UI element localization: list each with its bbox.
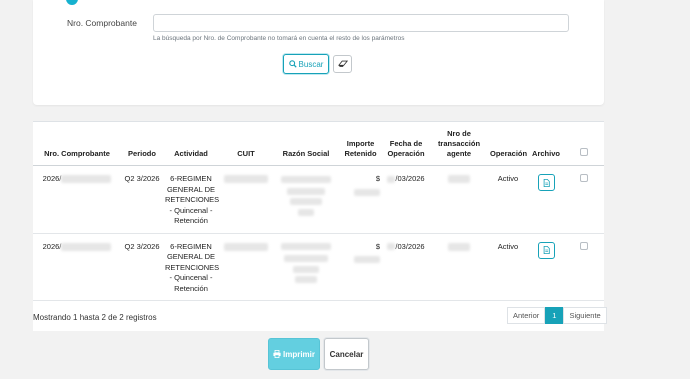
nro-comprobante-input[interactable]: [153, 14, 569, 32]
cell-archivo: [528, 233, 564, 301]
buscar-button[interactable]: Buscar: [283, 54, 329, 74]
table-info: Mostrando 1 hasta 2 de 2 registros: [33, 313, 157, 322]
cell-select: [564, 165, 604, 234]
col-operacion[interactable]: Operación: [488, 121, 528, 166]
radio-indicator[interactable]: [66, 0, 78, 5]
row-checkbox[interactable]: [580, 174, 588, 182]
nro-comprobante-label: Nro. Comprobante: [67, 18, 137, 28]
cell-periodo: Q2 3/2026: [121, 233, 163, 301]
search-help-text: La búsqueda por Nro. de Comprobante no t…: [153, 35, 405, 42]
cell-actividad: 6-REGIMEN GENERAL DE RETENCIONES - Quinc…: [163, 233, 219, 301]
row-checkbox[interactable]: [580, 241, 588, 250]
pagination-prev[interactable]: Anterior: [507, 307, 546, 324]
pagination-page-1[interactable]: 1: [545, 307, 564, 324]
col-periodo[interactable]: Periodo: [121, 121, 163, 166]
col-razon-social[interactable]: Razón Social: [273, 121, 339, 166]
col-archivo[interactable]: Archivo: [528, 121, 564, 166]
cancelar-button[interactable]: Cancelar: [324, 338, 369, 370]
cell-razon-social: [273, 233, 339, 301]
cell-cuit: [219, 165, 273, 234]
col-nro-comprobante[interactable]: Nro. Comprobante: [33, 121, 121, 166]
print-icon: [273, 350, 281, 358]
cell-periodo: Q2 3/2026: [121, 165, 163, 234]
col-select-all[interactable]: [564, 121, 604, 166]
col-fecha[interactable]: Fecha de Operación: [382, 121, 430, 166]
results-table: Nro. Comprobante Periodo Actividad CUIT …: [33, 121, 604, 301]
file-icon: [543, 246, 550, 254]
cell-archivo: [528, 165, 564, 234]
col-nro-transaccion[interactable]: Nro de transacción agente: [430, 121, 488, 166]
table-row: 2026/ Q2 3/2026 6-REGIMEN GENERAL DE RET…: [33, 165, 604, 234]
select-all-checkbox[interactable]: [580, 147, 588, 156]
imprimir-label: Imprimir: [282, 349, 315, 359]
archivo-button[interactable]: [537, 241, 555, 259]
cell-nro-transaccion: [430, 233, 488, 301]
cell-nro: 2026/: [33, 233, 121, 301]
pagination: Anterior 1 Siguiente: [507, 307, 607, 324]
search-panel: Nro. Comprobante La búsqueda por Nro. de…: [33, 0, 604, 105]
imprimir-button[interactable]: Imprimir: [268, 338, 320, 370]
cell-select: [564, 233, 604, 301]
cell-nro: 2026/: [33, 165, 121, 234]
table-header-row: Nro. Comprobante Periodo Actividad CUIT …: [33, 121, 604, 166]
cell-importe: $: [339, 233, 382, 301]
cell-operacion: Activo: [488, 165, 528, 234]
cell-importe: $: [339, 165, 382, 234]
cell-fecha: /03/2026: [382, 233, 430, 301]
clear-button[interactable]: [333, 55, 352, 73]
eraser-icon: [337, 60, 348, 67]
file-icon: [543, 178, 550, 187]
search-icon: [288, 60, 297, 68]
pagination-next[interactable]: Siguiente: [563, 307, 607, 324]
cell-actividad: 6-REGIMEN GENERAL DE RETENCIONES - Quinc…: [163, 165, 219, 234]
col-actividad[interactable]: Actividad: [163, 121, 219, 166]
results-panel: Nro. Comprobante Periodo Actividad CUIT …: [33, 121, 604, 331]
cell-nro-transaccion: [430, 165, 488, 234]
table-row: 2026/ Q2 3/2026 6-REGIMEN GENERAL DE RET…: [33, 233, 604, 301]
cell-operacion: Activo: [488, 233, 528, 301]
cell-razon-social: [273, 165, 339, 234]
cell-fecha: /03/2026: [382, 165, 430, 234]
cell-cuit: [219, 233, 273, 301]
buscar-label: Buscar: [298, 59, 324, 69]
col-importe[interactable]: Importe Retenido: [339, 121, 382, 166]
col-cuit[interactable]: CUIT: [219, 121, 273, 166]
archivo-button[interactable]: [537, 174, 555, 191]
